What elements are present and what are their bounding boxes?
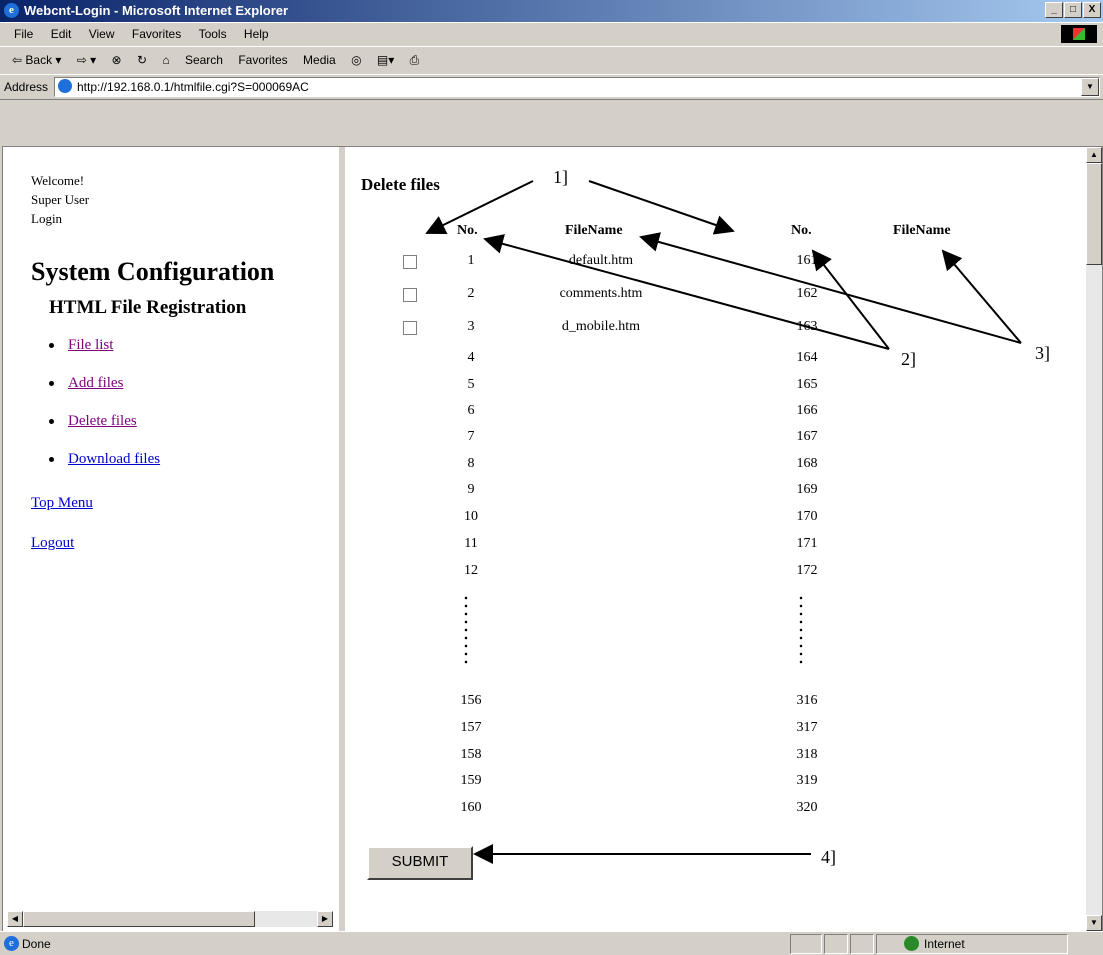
history-icon[interactable]: ◎ xyxy=(351,53,361,67)
title-bar: e Webcnt-Login - Microsoft Internet Expl… xyxy=(0,0,1103,22)
status-bar: e Done Internet xyxy=(0,931,1103,955)
nav-file-list[interactable]: File list xyxy=(68,337,113,353)
address-input[interactable]: http://192.168.0.1/htmlfile.cgi?S=000069… xyxy=(54,77,1100,97)
search-button[interactable]: Search xyxy=(185,53,223,67)
login-text: Login xyxy=(31,211,63,226)
logout-link[interactable]: Logout xyxy=(31,535,74,552)
media-button[interactable]: Media xyxy=(303,53,336,67)
menu-help[interactable]: Help xyxy=(244,27,269,41)
browser-content: Welcome! Super User Login System Configu… xyxy=(2,146,1103,932)
nav-download-files[interactable]: Download files xyxy=(68,451,160,467)
zone-text: Internet xyxy=(924,937,965,951)
status-text: Done xyxy=(22,937,51,951)
menu-file[interactable]: File xyxy=(14,27,33,41)
menu-tools[interactable]: Tools xyxy=(199,27,227,41)
stop-icon[interactable]: ⊗ xyxy=(112,53,122,67)
nav-add-files[interactable]: Add files xyxy=(68,375,123,391)
mail-icon[interactable]: ▤▾ xyxy=(377,53,394,67)
status-page-icon: e xyxy=(4,936,19,951)
print-icon[interactable]: ⎙ xyxy=(410,53,420,68)
refresh-icon[interactable]: ↻ xyxy=(137,53,147,67)
address-label: Address xyxy=(4,80,49,94)
scroll-left-icon[interactable]: ◀ xyxy=(7,911,23,927)
internet-zone-icon xyxy=(904,936,919,951)
nav-delete-files[interactable]: Delete files xyxy=(68,413,137,429)
scroll-thumb[interactable] xyxy=(23,911,255,927)
scroll-right-icon[interactable]: ▶ xyxy=(317,911,333,927)
annotation-arrows xyxy=(425,180,1022,864)
right-frame: Delete files No. FileName No. FileName 1… xyxy=(345,147,1085,931)
menu-edit[interactable]: Edit xyxy=(51,27,72,41)
address-dropdown-icon[interactable]: ▼ xyxy=(1081,78,1099,96)
close-button[interactable]: X xyxy=(1083,2,1101,18)
minimize-button[interactable]: _ xyxy=(1045,2,1063,18)
horizontal-scrollbar[interactable]: ◀ ▶ xyxy=(7,911,333,927)
vertical-scrollbar[interactable]: ▲ ▼ xyxy=(1086,147,1102,931)
home-icon[interactable]: ⌂ xyxy=(162,53,169,67)
page-icon xyxy=(58,79,72,93)
nav-list: File list Add files Delete files Downloa… xyxy=(49,337,160,489)
window-title: Webcnt-Login - Microsoft Internet Explor… xyxy=(24,3,289,18)
forward-button[interactable]: ⇨ ▾ xyxy=(77,53,96,67)
left-frame: Welcome! Super User Login System Configu… xyxy=(3,147,345,931)
menu-favorites[interactable]: Favorites xyxy=(132,27,181,41)
maximize-button[interactable]: □ xyxy=(1064,2,1082,18)
welcome-text: Welcome! xyxy=(31,173,85,188)
system-configuration-heading: System Configuration xyxy=(31,257,275,286)
back-button[interactable]: ⇦ Back ▾ xyxy=(12,53,61,67)
scroll-up-icon[interactable]: ▲ xyxy=(1086,147,1102,163)
menu-view[interactable]: View xyxy=(89,27,115,41)
favorites-button[interactable]: Favorites xyxy=(238,53,287,67)
windows-logo-icon xyxy=(1061,25,1097,43)
scroll-down-icon[interactable]: ▼ xyxy=(1086,915,1102,931)
address-url: http://192.168.0.1/htmlfile.cgi?S=000069… xyxy=(77,80,309,94)
html-registration-heading: HTML File Registration xyxy=(49,297,247,318)
toolbar: ⇦ Back ▾ ⇨ ▾ ⊗ ↻ ⌂ Search Favorites Medi… xyxy=(0,46,1103,75)
ie-app-icon: e xyxy=(4,3,19,18)
top-menu-link[interactable]: Top Menu xyxy=(31,495,93,512)
address-bar: Address http://192.168.0.1/htmlfile.cgi?… xyxy=(0,74,1103,100)
scroll-thumb[interactable] xyxy=(1086,163,1102,265)
menu-bar: File Edit View Favorites Tools Help xyxy=(0,22,1103,47)
user-text: Super User xyxy=(31,192,90,207)
